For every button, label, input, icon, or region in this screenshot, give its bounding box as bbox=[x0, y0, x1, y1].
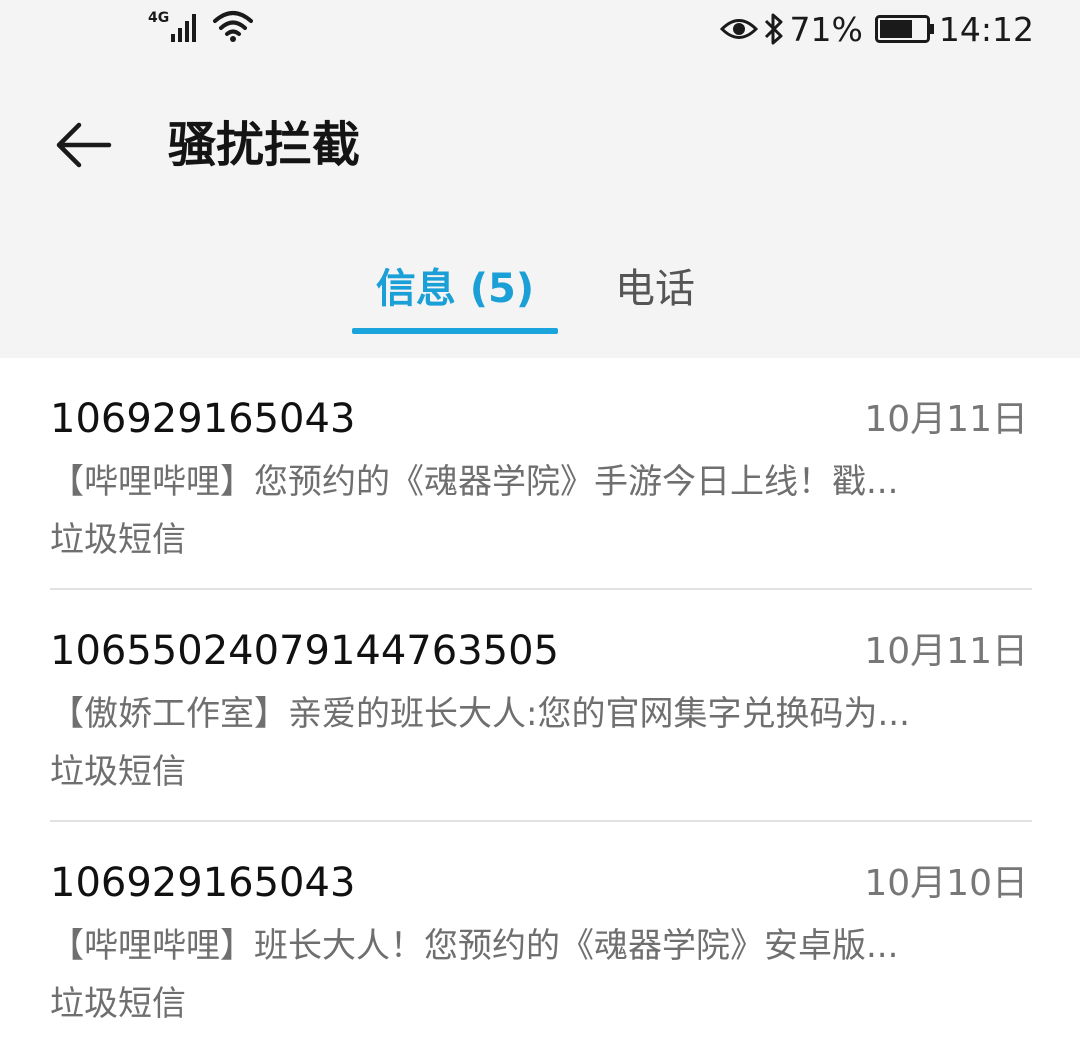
message-preview: 【哔哩哔哩】您预约的《魂器学院》手游今日上线！戳... bbox=[50, 462, 899, 502]
tab-bar: 信息 (5) 电话 bbox=[0, 258, 1080, 342]
message-date: 10月11日 bbox=[864, 631, 1028, 672]
battery-percent: 71% bbox=[789, 9, 863, 49]
status-left: 4G bbox=[148, 8, 254, 48]
page-title: 骚扰拦截 bbox=[168, 117, 361, 173]
message-date: 10月11日 bbox=[864, 399, 1028, 440]
arrow-left-icon bbox=[56, 122, 112, 168]
battery-icon bbox=[874, 15, 935, 43]
status-bar: 4G 71% 14:12 bbox=[0, 0, 1080, 62]
message-preview: 【哔哩哔哩】班长大人！您预约的《魂器学院》安卓版... bbox=[50, 926, 899, 966]
bluetooth-icon bbox=[762, 12, 786, 46]
wifi-icon bbox=[213, 9, 254, 47]
list-item[interactable]: 10655024079144763505 10月11日 【傲娇工作室】亲爱的班长… bbox=[0, 590, 1080, 822]
message-tag: 垃圾短信 bbox=[50, 752, 186, 792]
active-tab-indicator bbox=[352, 328, 558, 334]
message-tag: 垃圾短信 bbox=[50, 520, 186, 560]
message-tag: 垃圾短信 bbox=[50, 984, 186, 1024]
header: 4G 71% 14:12 骚扰拦截 信息 (5) 电话 bbox=[0, 0, 1080, 358]
message-list: 106929165043 10月11日 【哔哩哔哩】您预约的《魂器学院》手游今日… bbox=[0, 358, 1080, 1054]
message-date: 10月10日 bbox=[864, 863, 1028, 904]
tab-messages[interactable]: 信息 (5) bbox=[352, 258, 558, 328]
list-item[interactable]: 106929165043 10月10日 【哔哩哔哩】班长大人！您预约的《魂器学院… bbox=[0, 822, 1080, 1054]
message-sender: 106929165043 bbox=[50, 396, 356, 442]
eye-icon bbox=[719, 14, 758, 44]
tab-calls[interactable]: 电话 bbox=[590, 258, 720, 328]
message-preview: 【傲娇工作室】亲爱的班长大人:您的官网集字兑换码为... bbox=[50, 694, 910, 734]
status-right: 71% 14:12 bbox=[716, 8, 1034, 50]
clock-time: 14:12 bbox=[938, 9, 1034, 49]
list-item[interactable]: 106929165043 10月11日 【哔哩哔哩】您预约的《魂器学院》手游今日… bbox=[0, 358, 1080, 590]
back-button[interactable] bbox=[50, 112, 116, 178]
message-sender: 10655024079144763505 bbox=[50, 628, 559, 674]
network-type-label: 4G bbox=[148, 10, 170, 26]
signal-icon bbox=[171, 10, 201, 46]
message-sender: 106929165043 bbox=[50, 860, 356, 906]
